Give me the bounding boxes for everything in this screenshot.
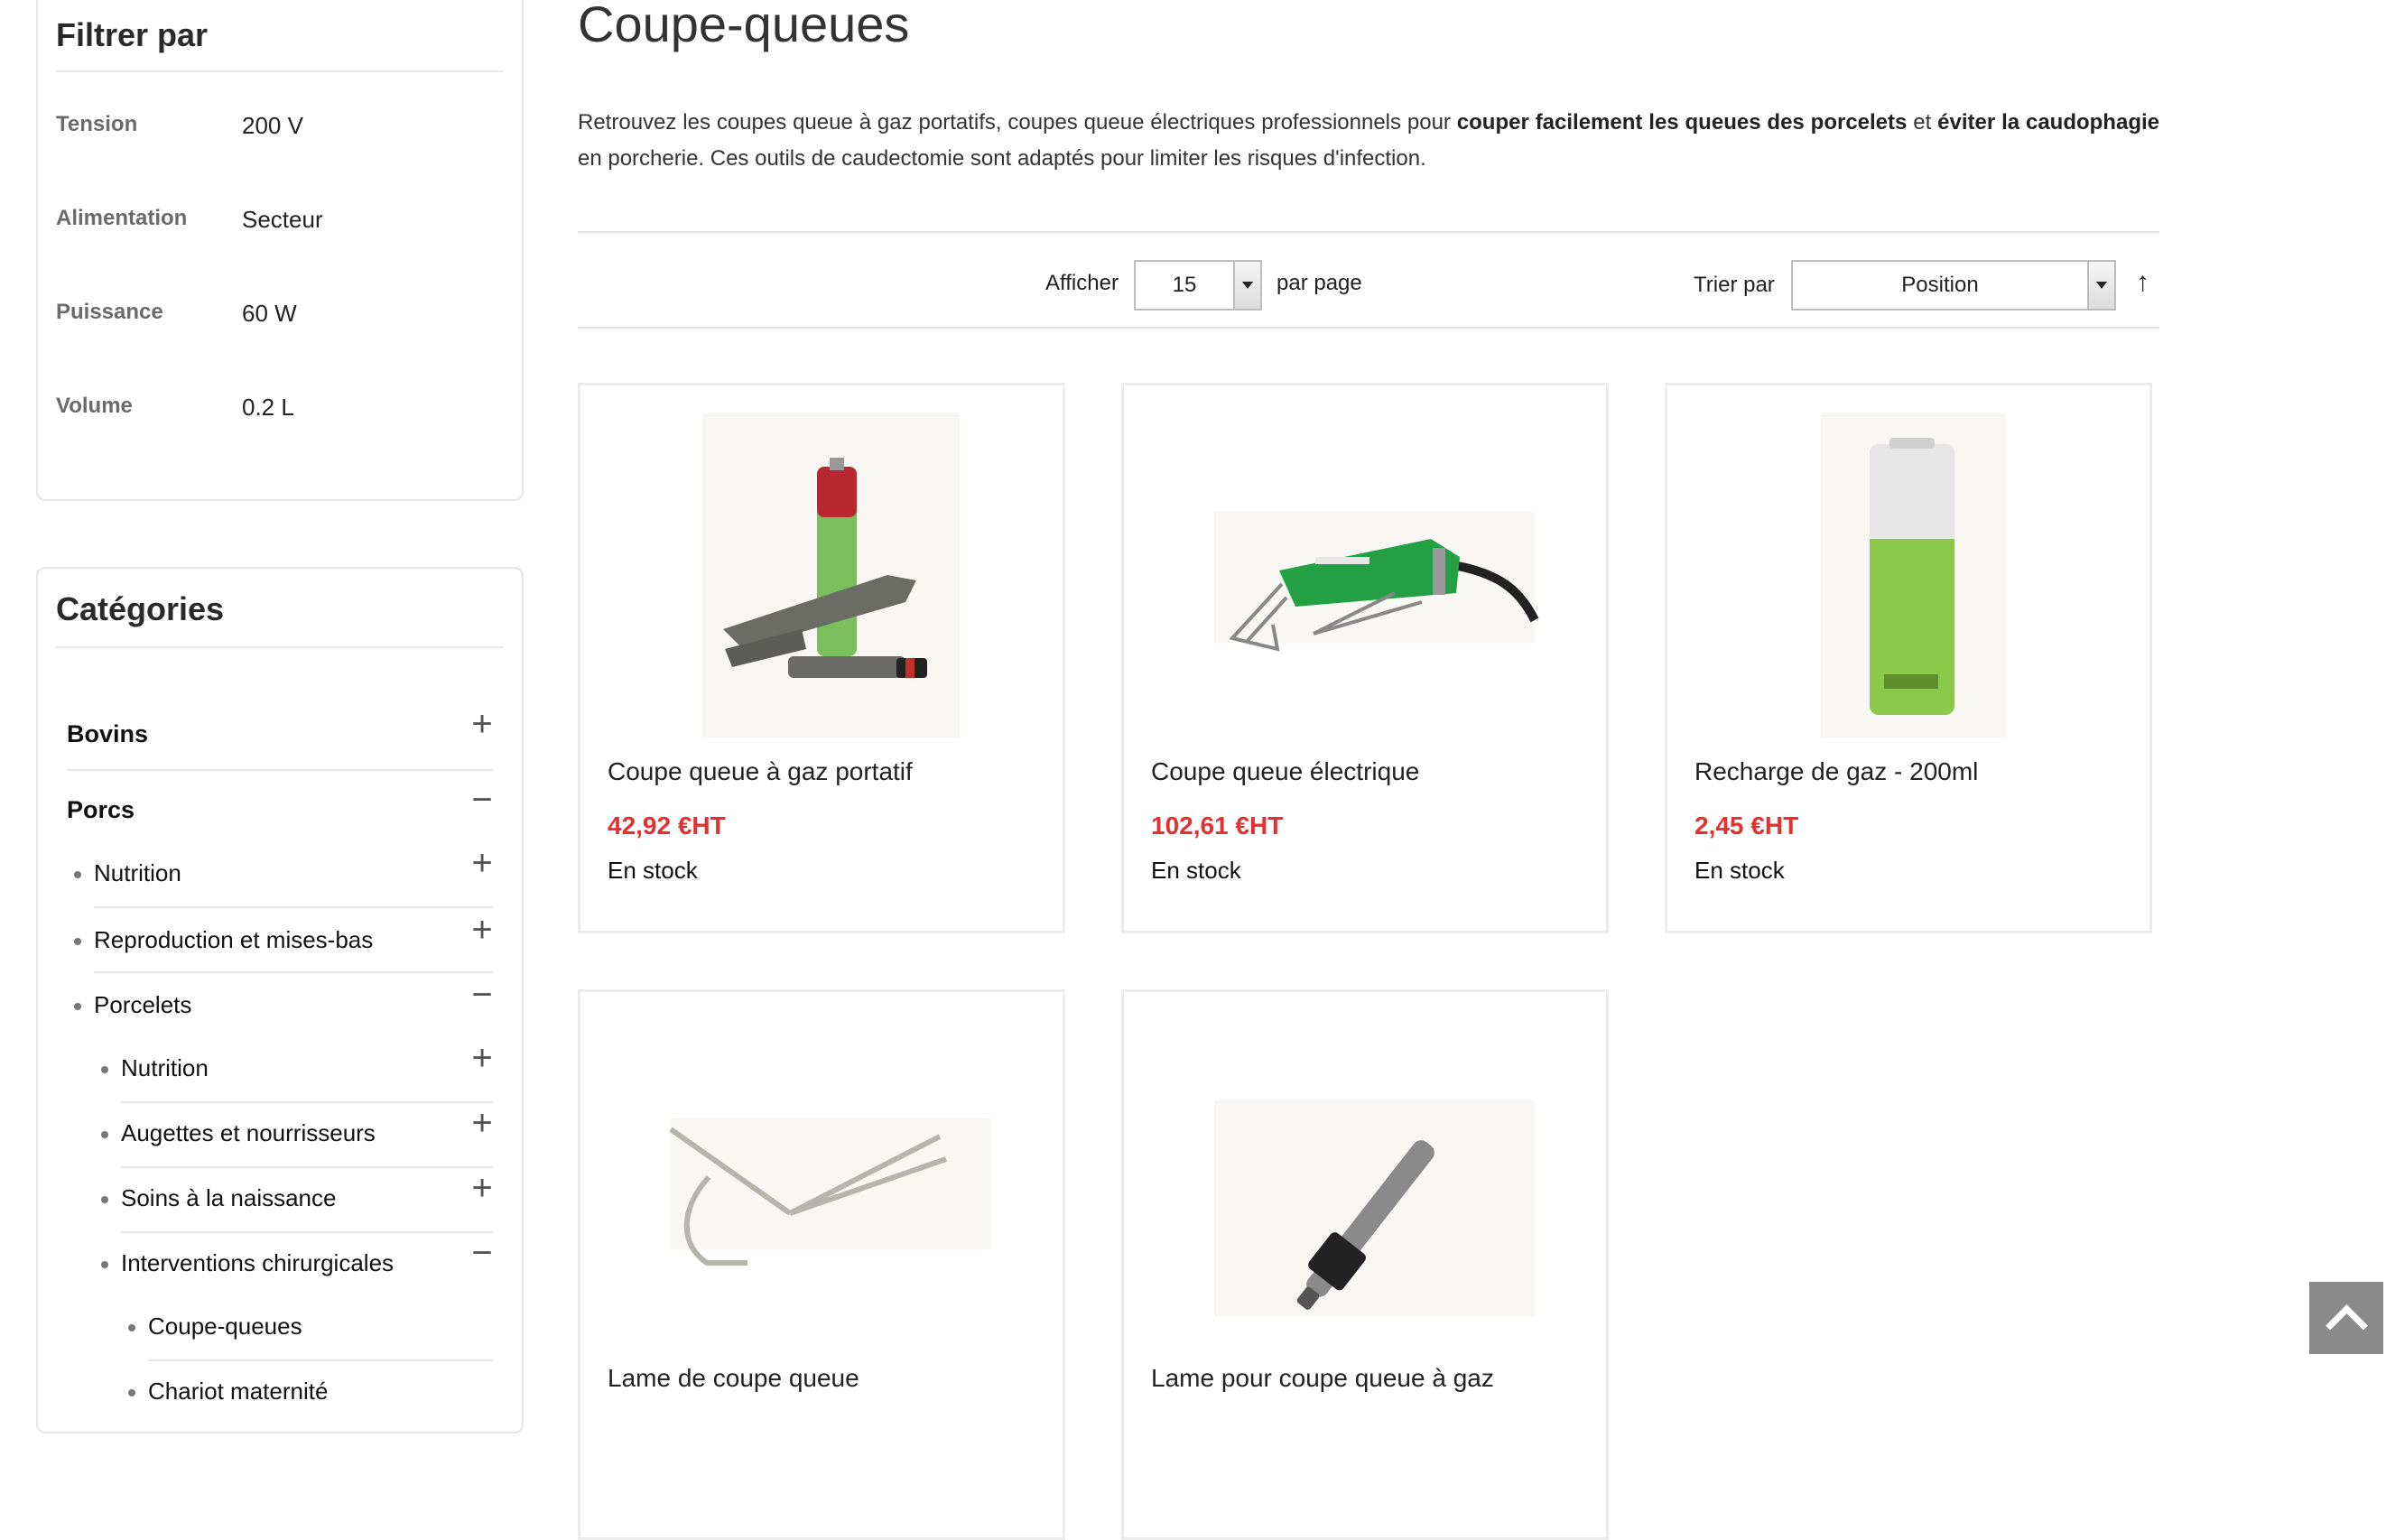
minus-icon[interactable]: − xyxy=(469,1235,495,1271)
product-stock: En stock xyxy=(1151,857,1241,884)
product-card[interactable]: Lame de coupe queue xyxy=(578,989,1065,1540)
product-name[interactable]: Lame pour coupe queue à gaz xyxy=(1151,1364,1494,1393)
category-label[interactable]: Nutrition xyxy=(94,859,181,887)
scroll-top-button[interactable] xyxy=(2309,1282,2383,1354)
product-card[interactable]: Lame pour coupe queue à gaz xyxy=(1121,989,1609,1540)
product-stock: En stock xyxy=(1694,857,1785,884)
description-text: en porcherie. Ces outils de caudectomie … xyxy=(578,146,1426,171)
dropdown-arrow-icon[interactable] xyxy=(1233,262,1260,309)
divider xyxy=(578,231,2159,233)
category-label[interactable]: Soins à la naissance xyxy=(121,1184,336,1212)
categories-title: Catégories xyxy=(56,590,225,627)
divider xyxy=(56,70,504,72)
plus-icon[interactable]: + xyxy=(469,1170,495,1206)
filter-row-tension[interactable]: Tension 200 V xyxy=(56,112,504,148)
plus-icon[interactable]: + xyxy=(469,706,495,742)
filter-row-alimentation[interactable]: Alimentation Secteur xyxy=(56,206,504,242)
bullet-icon xyxy=(74,1003,81,1010)
bullet-icon xyxy=(101,1261,108,1268)
filter-label: Alimentation xyxy=(56,206,188,230)
category-label[interactable]: Bovins xyxy=(67,720,148,748)
description-bold: couper facilement les queues des porcele… xyxy=(1456,110,1908,135)
filter-value[interactable]: 200 V xyxy=(242,112,303,140)
divider xyxy=(94,906,493,908)
divider xyxy=(121,1101,493,1103)
per-page-value[interactable]: 15 xyxy=(1136,262,1233,309)
divider xyxy=(578,327,2159,329)
dropdown-arrow-icon[interactable] xyxy=(2087,262,2114,309)
product-image[interactable] xyxy=(1124,1019,1611,1344)
product-card[interactable]: Coupe queue à gaz portatif 42,92 €HT En … xyxy=(578,383,1065,933)
product-name[interactable]: Lame de coupe queue xyxy=(608,1364,859,1393)
bullet-icon xyxy=(101,1131,108,1138)
plus-icon[interactable]: + xyxy=(469,845,495,881)
product-image[interactable] xyxy=(1667,413,2155,738)
minus-icon[interactable]: − xyxy=(469,977,495,1013)
plus-icon[interactable]: + xyxy=(469,912,495,948)
category-label[interactable]: Coupe-queues xyxy=(148,1313,302,1341)
sort-value[interactable]: Position xyxy=(1793,262,2087,309)
filter-label: Volume xyxy=(56,394,133,418)
filter-value[interactable]: Secteur xyxy=(242,206,323,234)
bullet-icon xyxy=(74,938,81,945)
product-name[interactable]: Coupe queue à gaz portatif xyxy=(608,757,913,786)
filter-row-puissance[interactable]: Puissance 60 W xyxy=(56,300,504,336)
product-card[interactable]: Recharge de gaz - 200ml 2,45 €HT En stoc… xyxy=(1665,383,2152,933)
product-image[interactable] xyxy=(1124,413,1611,738)
product-image[interactable] xyxy=(580,413,1068,738)
product-card[interactable]: Coupe queue électrique 102,61 €HT En sto… xyxy=(1121,383,1609,933)
per-page-select[interactable]: 15 xyxy=(1134,260,1262,311)
category-label[interactable]: Chariot maternité xyxy=(148,1378,328,1405)
bullet-icon xyxy=(101,1196,108,1203)
description-text: Retrouvez les coupes queue à gaz portati… xyxy=(578,110,1457,135)
category-description: Retrouvez les coupes queue à gaz portati… xyxy=(578,105,2159,177)
divider xyxy=(94,971,493,973)
bullet-icon xyxy=(128,1389,135,1396)
category-label[interactable]: Reproduction et mises-bas xyxy=(94,926,373,954)
product-name[interactable]: Recharge de gaz - 200ml xyxy=(1694,757,1978,786)
sort-select[interactable]: Position xyxy=(1791,260,2116,311)
divider xyxy=(121,1166,493,1168)
divider xyxy=(148,1359,493,1361)
product-image[interactable] xyxy=(580,1019,1068,1344)
sort-direction-icon[interactable]: ↑ xyxy=(2136,267,2149,298)
category-label[interactable]: Interventions chirurgicales xyxy=(121,1249,394,1277)
product-price: 2,45 €HT xyxy=(1694,812,1799,840)
filter-value[interactable]: 60 W xyxy=(242,300,297,328)
filter-label: Tension xyxy=(56,112,138,136)
categories-panel: Catégories Bovins + Porcs − Nutrition + … xyxy=(36,567,524,1433)
filter-row-volume[interactable]: Volume 0.2 L xyxy=(56,394,504,430)
product-price: 42,92 €HT xyxy=(608,812,726,840)
plus-icon[interactable]: + xyxy=(469,1105,495,1141)
product-name[interactable]: Coupe queue électrique xyxy=(1151,757,1419,786)
bullet-icon xyxy=(101,1066,108,1073)
divider xyxy=(56,646,504,648)
product-price: 102,61 €HT xyxy=(1151,812,1284,840)
filter-label: Puissance xyxy=(56,300,163,324)
filter-panel: Filtrer par Tension 200 V Alimentation S… xyxy=(36,0,524,501)
description-bold: éviter la caudophagie xyxy=(1937,110,2159,135)
page-title: Coupe-queues xyxy=(578,0,910,52)
bullet-icon xyxy=(74,871,81,878)
minus-icon[interactable]: − xyxy=(469,782,495,818)
category-label[interactable]: Nutrition xyxy=(121,1054,209,1082)
bullet-icon xyxy=(128,1324,135,1331)
divider xyxy=(67,769,493,771)
per-page-label: par page xyxy=(1277,271,1362,295)
product-stock: En stock xyxy=(608,857,698,884)
category-label[interactable]: Augettes et nourrisseurs xyxy=(121,1119,376,1147)
plus-icon[interactable]: + xyxy=(469,1040,495,1076)
category-label[interactable]: Porcs xyxy=(67,796,135,824)
chevron-up-icon xyxy=(2326,1304,2368,1347)
show-label: Afficher xyxy=(1045,271,1119,295)
divider xyxy=(121,1231,493,1233)
description-text: et xyxy=(1907,110,1938,135)
category-label[interactable]: Porcelets xyxy=(94,991,191,1019)
filter-value[interactable]: 0.2 L xyxy=(242,394,294,422)
sort-label: Trier par xyxy=(1694,273,1775,297)
filter-title: Filtrer par xyxy=(56,16,209,53)
